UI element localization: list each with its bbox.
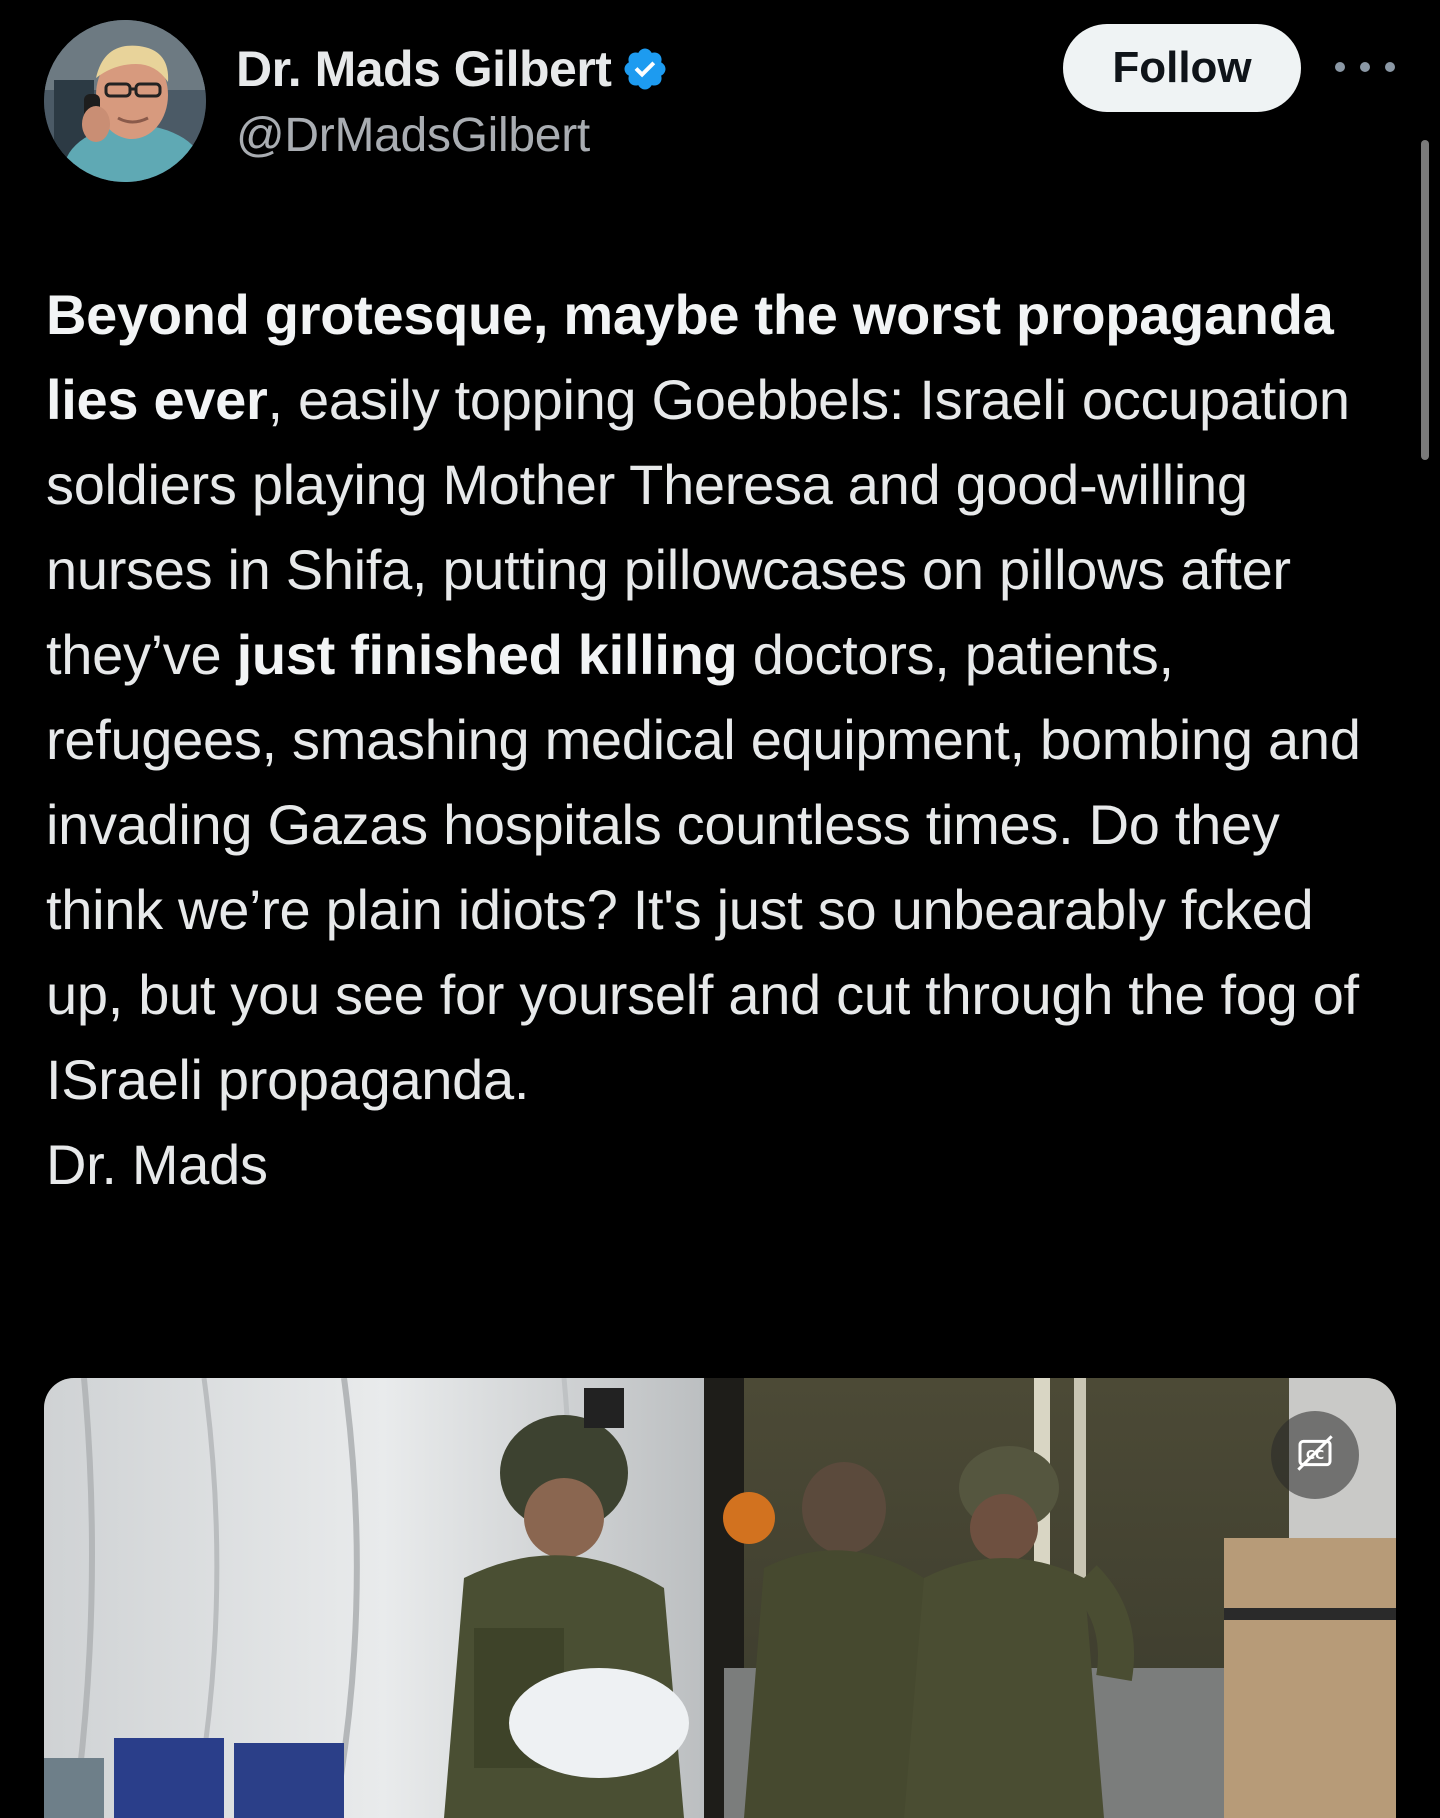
tweet: Dr. Mads Gilbert @DrMadsGilbert Follow B… xyxy=(0,0,1440,1818)
video-media[interactable] xyxy=(44,1378,1396,1818)
verified-badge-icon xyxy=(621,45,669,93)
tweet-text: Beyond grotesque, maybe the worst propag… xyxy=(46,272,1386,1207)
ellipsis-icon xyxy=(1335,62,1345,72)
more-options-button[interactable] xyxy=(1335,52,1395,82)
follow-button[interactable]: Follow xyxy=(1063,24,1301,112)
tweet-text-bold: just finished killing xyxy=(236,623,738,686)
avatar[interactable] xyxy=(44,20,206,182)
author-display-name[interactable]: Dr. Mads Gilbert xyxy=(236,40,612,98)
captions-button[interactable]: CC xyxy=(1271,1411,1359,1499)
tweet-text-segment: doctors, patients, refugees, smashing me… xyxy=(46,623,1361,1111)
scrollbar[interactable] xyxy=(1421,140,1429,460)
ellipsis-icon xyxy=(1360,62,1370,72)
author-handle[interactable]: @DrMadsGilbert xyxy=(236,108,590,163)
ellipsis-icon xyxy=(1385,62,1395,72)
closed-captions-off-icon: CC xyxy=(1295,1433,1335,1478)
author-name-row: Dr. Mads Gilbert xyxy=(236,38,669,100)
tweet-signature: Dr. Mads xyxy=(46,1133,268,1196)
